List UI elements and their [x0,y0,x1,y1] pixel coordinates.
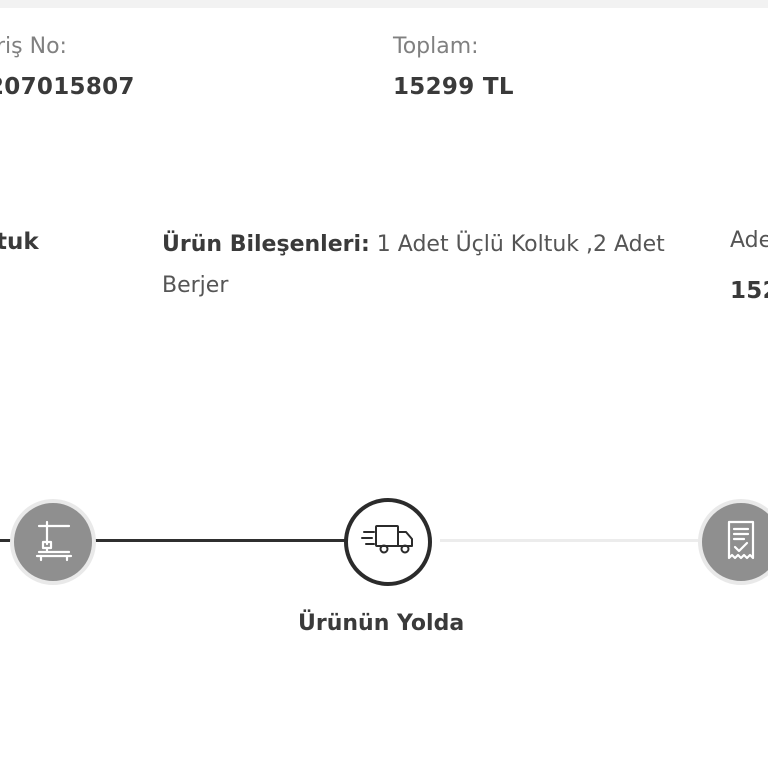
top-divider [0,0,768,8]
components-label: Ürün Bileşenleri: [162,232,370,257]
total-value: 15299 TL [393,74,514,100]
step-invoice [698,499,768,585]
quantity-value: 152 [730,278,768,304]
product-components: Ürün Bileşenleri: 1 Adet Üçlü Koltuk ,2 … [162,224,702,306]
progress-line-done [94,539,346,542]
quantity-label: Ade [730,228,768,253]
production-icon [25,512,81,572]
total-label: Toplam: [393,34,479,59]
delivery-truck-icon [360,520,416,564]
product-name: tuk [0,229,39,255]
step-production [10,499,96,585]
progress-line-pending [440,539,702,542]
step-on-the-way [344,498,432,586]
invoice-document-icon [713,512,768,572]
active-step-label: Ürünün Yolda [298,611,465,636]
order-number-value: 207015807 [0,74,135,100]
order-number-label: riş No: [0,34,67,59]
